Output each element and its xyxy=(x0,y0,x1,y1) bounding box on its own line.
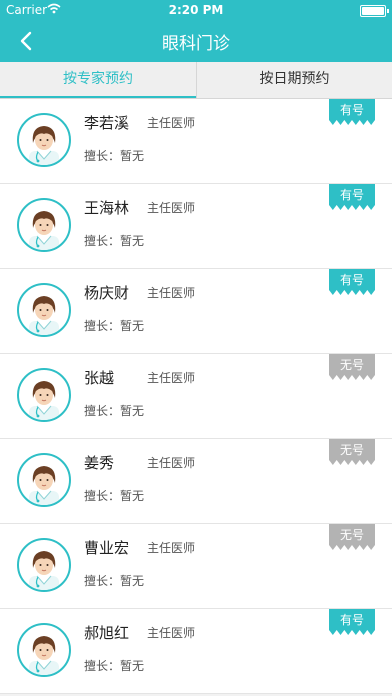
doctor-title: 主任医师 xyxy=(147,116,196,130)
availability-badge: 无号 xyxy=(329,354,375,380)
availability-label: 有号 xyxy=(339,103,364,117)
availability-label: 无号 xyxy=(339,528,364,542)
page-title: 眼科门诊 xyxy=(162,34,230,54)
doctor-name: 杨庆财 xyxy=(84,284,130,302)
doctor-title: 主任医师 xyxy=(147,286,196,300)
availability-label: 无号 xyxy=(339,358,364,372)
doctor-row[interactable]: 王海林 主任医师擅长：暂无 有号 xyxy=(0,184,392,269)
doctor-avatar xyxy=(17,623,71,677)
doctor-title: 主任医师 xyxy=(147,626,196,640)
doctor-row[interactable]: 郝旭红 主任医师擅长：暂无 有号 xyxy=(0,609,392,694)
doctor-name: 曹业宏 xyxy=(84,539,130,557)
doctor-specialty: 擅长：暂无 xyxy=(84,404,145,418)
availability-badge: 有号 xyxy=(329,99,375,125)
availability-badge: 有号 xyxy=(329,609,375,635)
status-bar: Carrier 2:20 PM xyxy=(0,0,392,20)
doctor-name: 张越 xyxy=(84,369,115,387)
doctor-avatar xyxy=(17,538,71,592)
availability-label: 有号 xyxy=(339,188,364,202)
doctor-name: 姜秀 xyxy=(84,454,115,472)
doctor-title: 主任医师 xyxy=(147,201,196,215)
status-time: 2:20 PM xyxy=(168,3,224,17)
availability-label: 无号 xyxy=(339,443,364,457)
availability-badge: 无号 xyxy=(329,439,375,465)
doctor-row[interactable]: 张越 主任医师擅长：暂无 无号 xyxy=(0,354,392,439)
doctor-avatar xyxy=(17,198,71,252)
doctor-specialty: 擅长：暂无 xyxy=(84,489,145,503)
doctor-avatar xyxy=(17,113,71,167)
doctor-avatar xyxy=(17,283,71,337)
doctor-row[interactable]: 杨庆财 主任医师擅长：暂无 有号 xyxy=(0,269,392,354)
doctor-specialty: 擅长：暂无 xyxy=(84,319,145,333)
doctor-row[interactable]: 李若溪 主任医师擅长：暂无 有号 xyxy=(0,99,392,184)
doctor-specialty: 擅长：暂无 xyxy=(84,234,145,248)
doctor-avatar xyxy=(17,453,71,507)
doctor-specialty: 擅长：暂无 xyxy=(84,574,145,588)
doctor-row[interactable]: 姜秀 主任医师擅长：暂无 无号 xyxy=(0,439,392,524)
doctor-title: 主任医师 xyxy=(147,371,196,385)
doctor-specialty: 擅长：暂无 xyxy=(84,659,145,673)
availability-badge: 有号 xyxy=(329,269,375,295)
doctor-row[interactable]: 曹业宏 主任医师擅长：暂无 无号 xyxy=(0,524,392,609)
availability-label: 有号 xyxy=(339,273,364,287)
battery-icon xyxy=(360,5,389,17)
availability-badge: 无号 xyxy=(329,524,375,550)
doctor-name: 王海林 xyxy=(84,199,130,217)
doctor-title: 主任医师 xyxy=(147,541,196,555)
navigation-header: Carrier 2:20 PM 眼科门诊 xyxy=(0,0,392,62)
availability-label: 有号 xyxy=(339,613,364,627)
doctor-name: 郝旭红 xyxy=(84,624,130,642)
doctor-avatar xyxy=(17,368,71,422)
tab-by-date[interactable]: 按日期预约 xyxy=(197,62,392,98)
doctor-title: 主任医师 xyxy=(147,456,196,470)
tab-bar: 按专家预约 按日期预约 xyxy=(0,62,392,99)
doctor-list: 李若溪 主任医师 擅长：暂无 有号 王海林 主任医师 擅长：暂无 有号 杨庆财 主任医师 擅长：… xyxy=(0,99,392,694)
doctor-specialty: 擅长：暂无 xyxy=(84,149,145,163)
availability-badge: 有号 xyxy=(329,184,375,210)
doctor-name: 李若溪 xyxy=(84,114,130,132)
tab-by-expert[interactable]: 按专家预约 xyxy=(0,62,196,98)
